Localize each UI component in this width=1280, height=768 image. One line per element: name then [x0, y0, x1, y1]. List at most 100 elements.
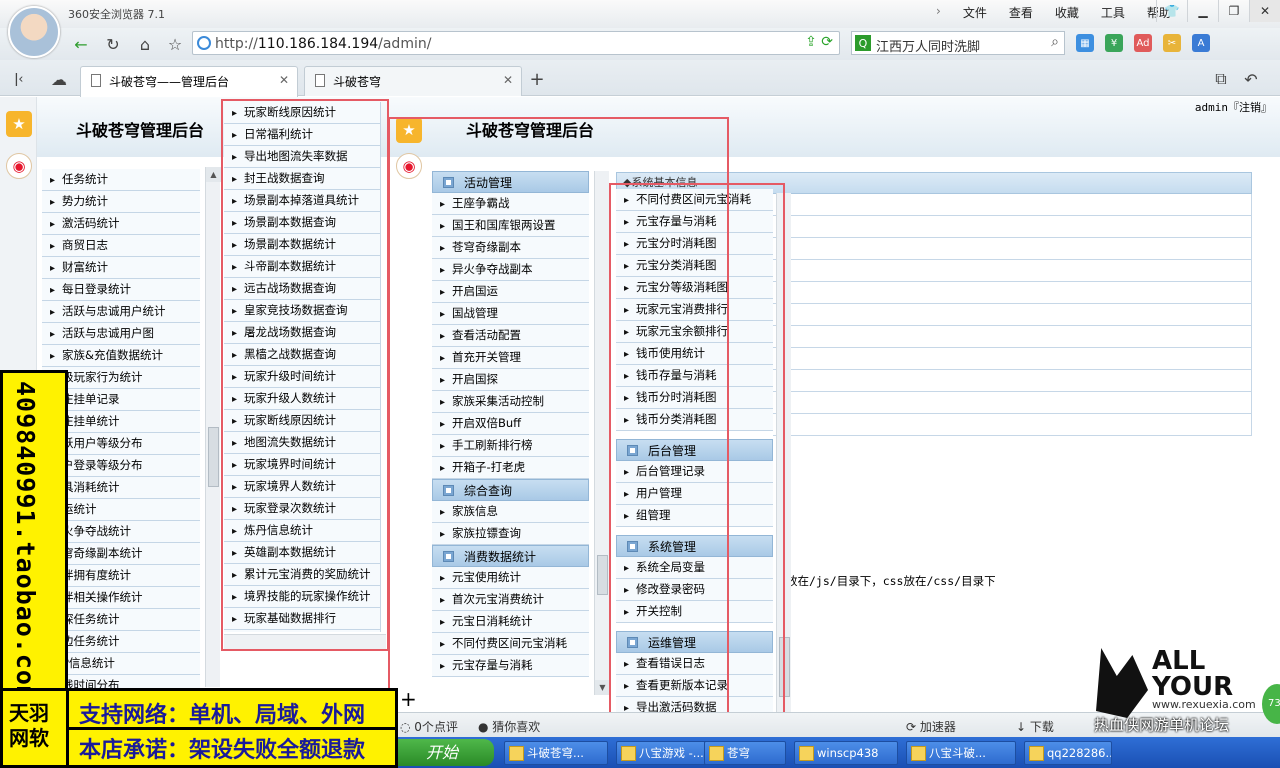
- comments-count[interactable]: ◌ 0个点评: [400, 718, 458, 735]
- back-icon[interactable]: ←: [70, 33, 92, 55]
- address-bar[interactable]: http://110.186.184.194/admin/ ⇪ ⟳: [192, 31, 840, 55]
- menu-item[interactable]: 钱币使用统计: [616, 343, 773, 365]
- middle-menu-scrollbar[interactable]: ▼: [594, 171, 610, 695]
- taskbar-item[interactable]: 斗破苍穹...: [504, 741, 608, 765]
- menu-item[interactable]: 王座争霸战: [432, 193, 589, 215]
- menu-item[interactable]: 家族采集活动控制: [432, 391, 589, 413]
- menu-group-header[interactable]: 消费数据统计: [432, 545, 589, 567]
- menu-item[interactable]: 场景副本数据查询: [224, 212, 380, 234]
- menu-item[interactable]: 查看活动配置: [432, 325, 589, 347]
- menu-item[interactable]: 开启国探: [432, 369, 589, 391]
- menu-item[interactable]: 组管理: [616, 505, 773, 527]
- admin-logout-link[interactable]: admin『注销』: [1195, 99, 1272, 115]
- menu-item[interactable]: 英雄副本数据统计: [224, 542, 380, 564]
- menu-item[interactable]: 导出地图流失率数据: [224, 146, 380, 168]
- menu-item[interactable]: 玩家元宝消费排行: [616, 299, 773, 321]
- menu-item[interactable]: 炼丹信息统计: [224, 520, 380, 542]
- menu-group-header[interactable]: 运维管理: [616, 631, 773, 653]
- menu-item[interactable]: 不同付费区间元宝消耗: [616, 189, 773, 211]
- menu-item[interactable]: 国战管理: [432, 303, 589, 325]
- menu-item[interactable]: 玩家升级时间统计: [224, 366, 380, 388]
- search-input[interactable]: 江西万人同时洗脚: [876, 36, 980, 55]
- menu-item[interactable]: 商贸日志: [42, 235, 200, 257]
- menu-item[interactable]: 开启双倍Buff: [432, 413, 589, 435]
- menu-item[interactable]: 玩家境界时间统计: [224, 454, 380, 476]
- menu-item[interactable]: 钱币分类消耗图: [616, 409, 773, 431]
- menu-item[interactable]: 元宝分等级消耗图: [616, 277, 773, 299]
- menu-item[interactable]: 苍穹奇缘副本: [432, 237, 589, 259]
- menu-item[interactable]: 元宝使用统计: [432, 567, 589, 589]
- menu-item[interactable]: 首充开关管理: [432, 347, 589, 369]
- menu-item[interactable]: 玩家断线原因统计: [224, 410, 380, 432]
- menu-item[interactable]: 斗帝副本数据统计: [224, 256, 380, 278]
- search-engine-icon[interactable]: Q: [855, 35, 871, 51]
- menu-item[interactable]: 玩家登录次数统计: [224, 498, 380, 520]
- search-box[interactable]: Q 江西万人同时洗脚 ⌕: [851, 31, 1065, 55]
- menu-item[interactable]: 后台管理记录: [616, 461, 773, 483]
- accelerator-button[interactable]: ⟳ 加速器: [906, 718, 956, 735]
- menu-group-header[interactable]: 后台管理: [616, 439, 773, 461]
- menu-item[interactable]: 玩家基础数据排行: [224, 608, 380, 630]
- home-icon[interactable]: ⌂: [134, 33, 156, 55]
- menu-item[interactable]: 日常福利统计: [224, 124, 380, 146]
- menu-group-header[interactable]: 综合查询: [432, 479, 589, 501]
- minimize-button[interactable]: ▁: [1187, 0, 1218, 22]
- menu-item[interactable]: 封王战数据查询: [224, 168, 380, 190]
- tab-list-icon[interactable]: ⧉: [1210, 68, 1232, 90]
- menu-item[interactable]: 捐款动态数据库查询: [224, 630, 380, 632]
- menu-item[interactable]: 玩家境界人数统计: [224, 476, 380, 498]
- start-button[interactable]: 开始: [398, 739, 494, 766]
- menu-item[interactable]: 查看更新版本记录: [616, 675, 773, 697]
- menu-item[interactable]: 系统全局变量: [616, 557, 773, 579]
- menu-item[interactable]: 家族拉镖查询: [432, 523, 589, 545]
- menu-item[interactable]: 开箱子-打老虎: [432, 457, 589, 479]
- menu-item[interactable]: 皇家竞技场数据查询: [224, 300, 380, 322]
- url-text[interactable]: http://110.186.184.194/admin/: [215, 36, 431, 52]
- download-button[interactable]: ↓ 下载: [1016, 718, 1054, 735]
- menu-item[interactable]: 屠龙战场数据查询: [224, 322, 380, 344]
- menu-item[interactable]: 修改登录密码: [616, 579, 773, 601]
- weibo-icon[interactable]: ◉: [396, 153, 422, 179]
- undo-close-icon[interactable]: ↶: [1240, 68, 1262, 90]
- menu-item[interactable]: 玩家升级人数统计: [224, 388, 380, 410]
- scroll-thumb[interactable]: [597, 555, 608, 595]
- menu-item[interactable]: 地图流失数据统计: [224, 432, 380, 454]
- maximize-button[interactable]: ❐: [1218, 0, 1249, 22]
- close-button[interactable]: ✕: [1249, 0, 1280, 22]
- menu-item[interactable]: 不同付费区间元宝消耗: [432, 633, 589, 655]
- menu-item[interactable]: 手工刷新排行榜: [432, 435, 589, 457]
- user-avatar[interactable]: [8, 6, 60, 58]
- menu-item[interactable]: 钱币分时消耗图: [616, 387, 773, 409]
- taskbar-item[interactable]: 八宝斗破...: [906, 741, 1016, 765]
- apps-icon[interactable]: ▦: [1076, 34, 1094, 52]
- security-icon[interactable]: ¥: [1105, 34, 1123, 52]
- cloud-icon[interactable]: ☁: [48, 68, 70, 90]
- weibo-icon[interactable]: ◉: [6, 153, 32, 179]
- menu-item[interactable]: 每日登录统计: [42, 279, 200, 301]
- menu-item[interactable]: 玩家元宝余额排行: [616, 321, 773, 343]
- sidebar-toggle-icon[interactable]: ǀ‹: [8, 68, 30, 90]
- menu-item[interactable]: 钱币存量与消耗: [616, 365, 773, 387]
- menu-item[interactable]: 远古战场数据查询: [224, 278, 380, 300]
- screenshot-icon[interactable]: ✂: [1163, 34, 1181, 52]
- menu-group-header[interactable]: 系统管理: [616, 535, 773, 557]
- menu-item[interactable]: 场景副本数据统计: [224, 234, 380, 256]
- taskbar-item[interactable]: 苍穹: [704, 741, 786, 765]
- menu-item[interactable]: 财富统计: [42, 257, 200, 279]
- menu-item[interactable]: 元宝日消耗统计: [432, 611, 589, 633]
- star-icon[interactable]: ★: [396, 117, 422, 143]
- menu-item[interactable]: 异火争夺战副本: [432, 259, 589, 281]
- menu-item[interactable]: 首次元宝消费统计: [432, 589, 589, 611]
- menu-item[interactable]: 势力统计: [42, 191, 200, 213]
- menu-item[interactable]: 境界技能的玩家操作统计: [224, 586, 380, 608]
- menu-item[interactable]: 开启国运: [432, 281, 589, 303]
- menu-item[interactable]: 元宝分时消耗图: [616, 233, 773, 255]
- menu-item[interactable]: 场景副本掉落道具统计: [224, 190, 380, 212]
- favorite-star-icon[interactable]: ☆: [164, 33, 186, 55]
- refresh-icon[interactable]: ↻: [102, 33, 124, 55]
- scroll-down-icon[interactable]: ▼: [595, 680, 610, 695]
- share-icon[interactable]: ⇪ ⟳: [805, 34, 833, 50]
- menu-item[interactable]: 开关控制: [616, 601, 773, 623]
- star-icon[interactable]: ★: [6, 111, 32, 137]
- menu-file[interactable]: 文件: [963, 4, 987, 21]
